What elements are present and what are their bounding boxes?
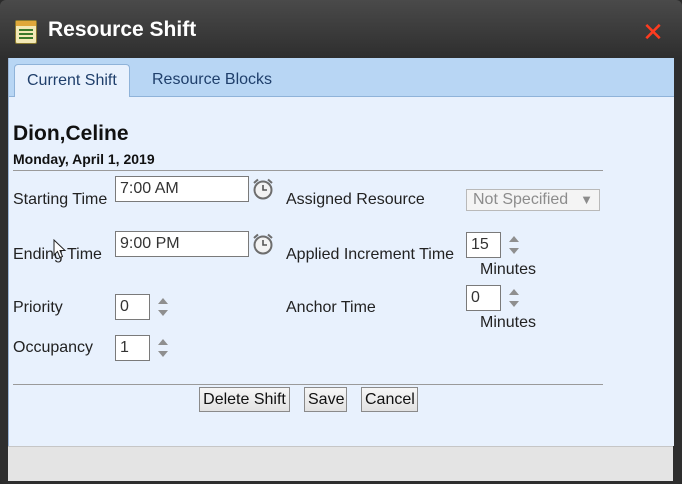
spinner-arrows-icon[interactable] — [508, 234, 520, 256]
divider — [13, 384, 603, 385]
assigned-resource-select[interactable]: Not Specified ▼ — [466, 189, 600, 211]
mouse-pointer-icon — [53, 239, 67, 259]
resource-name: Dion,Celine — [13, 122, 129, 145]
spinner-arrows-icon[interactable] — [157, 337, 169, 359]
anchor-time-input[interactable]: 0 — [466, 285, 501, 311]
close-icon[interactable]: ✕ — [640, 18, 666, 46]
starting-time-label: Starting Time — [13, 191, 108, 208]
applied-increment-time-input[interactable]: 15 — [466, 232, 501, 258]
occupancy-label: Occupancy — [13, 339, 94, 356]
tab-current-shift[interactable]: Current Shift — [14, 64, 130, 97]
assigned-resource-value: Not Specified — [473, 191, 569, 208]
priority-input[interactable]: 0 — [115, 294, 150, 320]
anchor-time-label: Anchor Time — [286, 299, 376, 316]
occupancy-input[interactable]: 1 — [115, 335, 150, 361]
starting-time-input[interactable]: 7:00 AM — [115, 176, 249, 202]
priority-label: Priority — [13, 299, 63, 316]
dropdown-arrow-icon: ▼ — [580, 192, 593, 207]
tab-resource-blocks[interactable]: Resource Blocks — [140, 64, 284, 96]
tab-bar: Current Shift Resource Blocks — [9, 58, 674, 97]
resource-shift-dialog: Resource Shift ✕ Current Shift Resource … — [0, 0, 682, 484]
spinner-arrows-icon[interactable] — [157, 296, 169, 318]
applied-increment-time-label: Applied Increment Time — [286, 246, 455, 263]
shift-date: Monday, April 1, 2019 — [13, 151, 155, 167]
save-button[interactable]: Save — [304, 387, 347, 412]
title-bar[interactable]: Resource Shift ✕ — [0, 0, 682, 58]
dialog-content: Current Shift Resource Blocks Dion,Celin… — [8, 58, 674, 446]
dialog-footer — [8, 446, 673, 481]
notepad-icon — [15, 20, 37, 44]
increment-unit-label: Minutes — [480, 261, 537, 278]
dialog-title: Resource Shift — [48, 18, 197, 41]
spinner-arrows-icon[interactable] — [508, 287, 520, 309]
alarm-clock-icon[interactable] — [252, 178, 274, 200]
anchor-unit-label: Minutes — [480, 314, 537, 331]
cancel-button[interactable]: Cancel — [361, 387, 418, 412]
ending-time-input[interactable]: 9:00 PM — [115, 231, 249, 257]
divider — [13, 170, 603, 171]
alarm-clock-icon[interactable] — [252, 233, 274, 255]
assigned-resource-label: Assigned Resource — [286, 191, 425, 208]
delete-shift-button[interactable]: Delete Shift — [199, 387, 290, 412]
